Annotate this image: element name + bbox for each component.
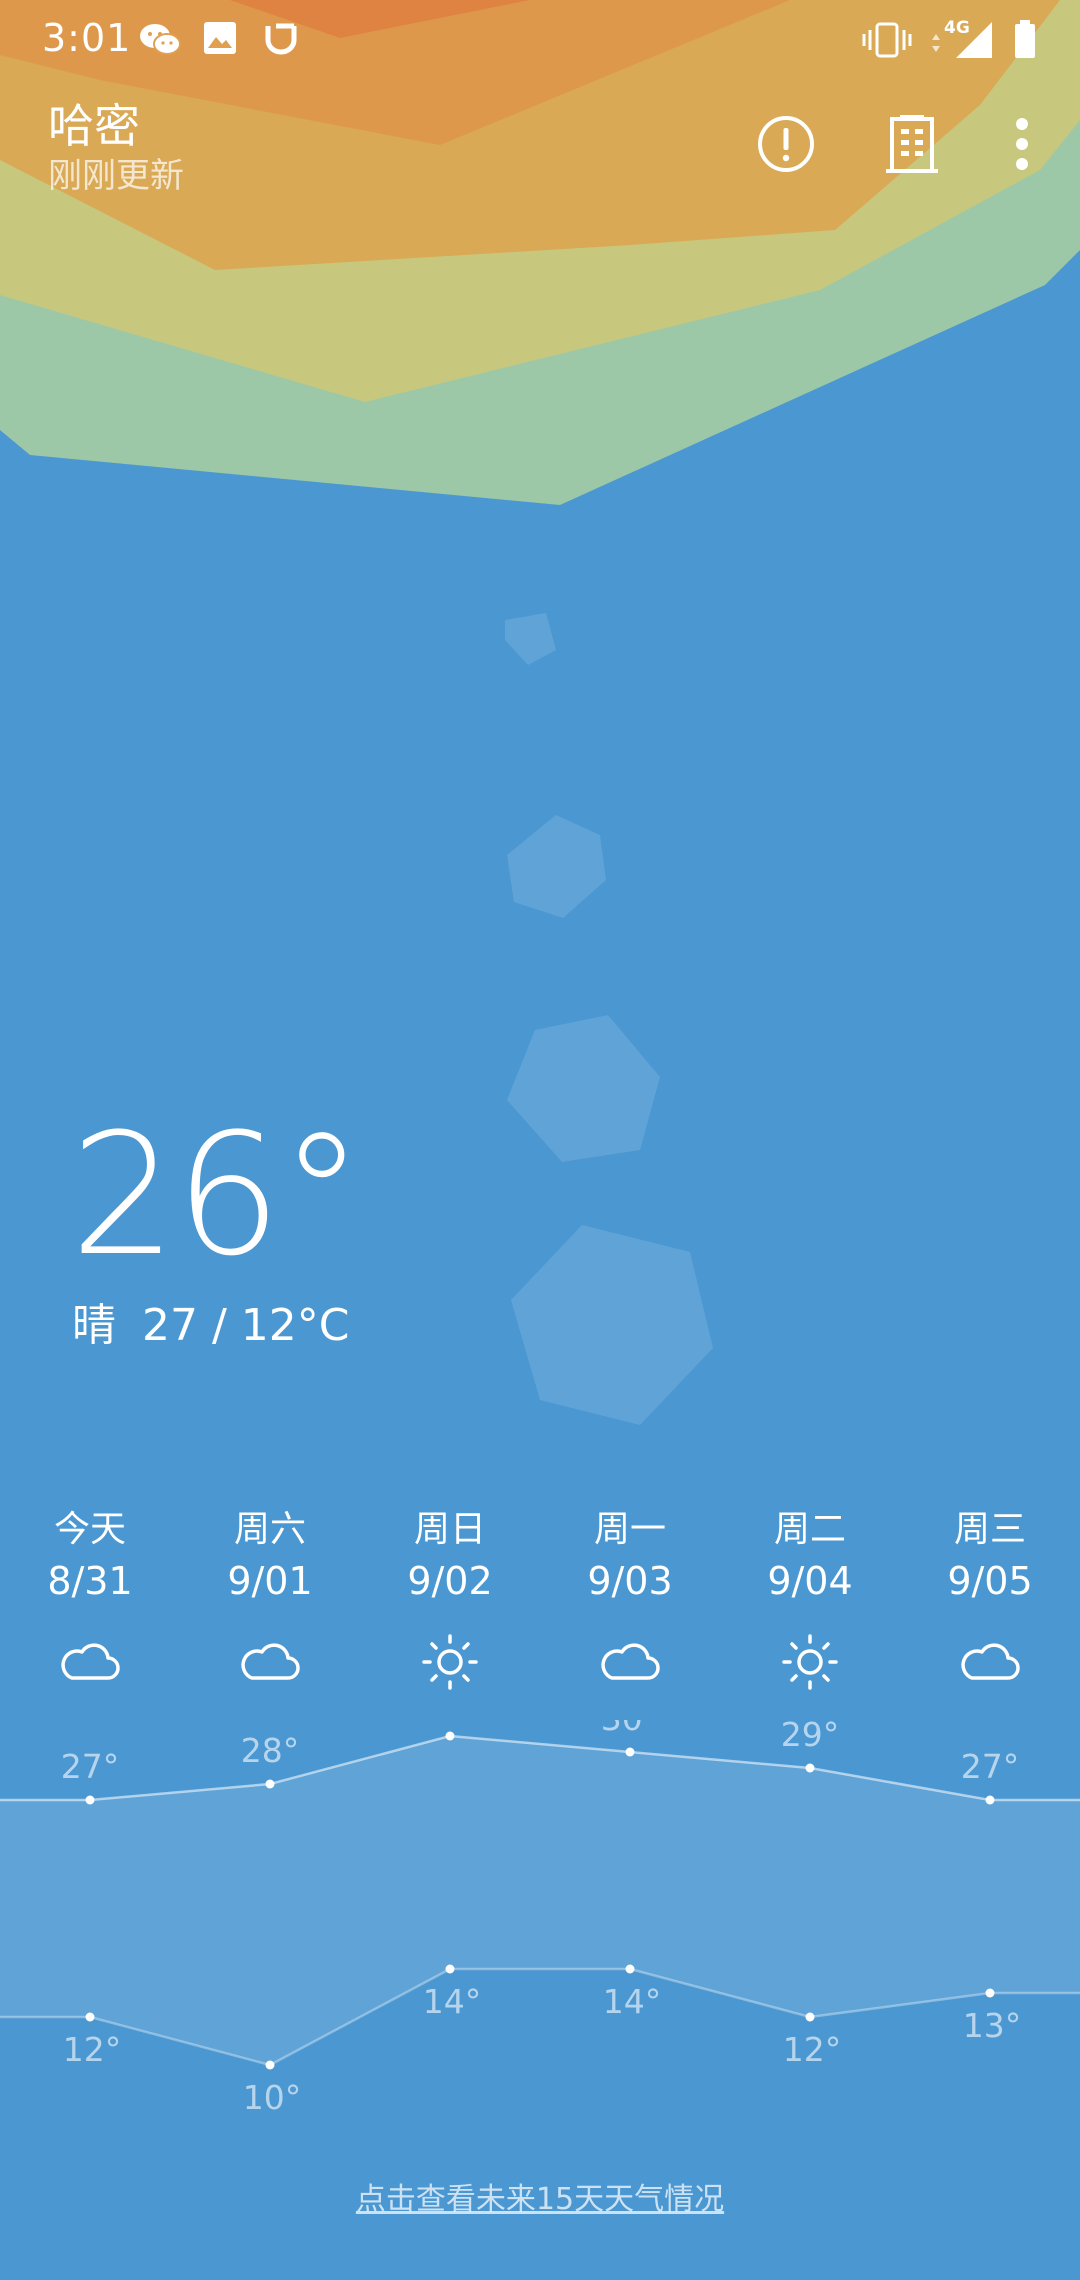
- forecast-date: 9/03: [587, 1559, 673, 1603]
- condition-summary: 晴 27 / 12°C: [72, 1300, 350, 1352]
- high-temperature-label: 30°: [601, 1720, 660, 1738]
- cloud-icon: [958, 1630, 1022, 1694]
- didi-icon: [262, 20, 302, 60]
- forecast-weekday: 周日: [413, 1509, 486, 1550]
- condition-text: 晴: [72, 1300, 116, 1351]
- low-temperature-label: 12°: [63, 2030, 122, 2069]
- forecast-weekday: 周六: [233, 1509, 306, 1550]
- temperature-range: 27 / 12°C: [142, 1300, 350, 1351]
- high-temperature-point: [625, 1747, 635, 1757]
- vibrate-icon: [862, 20, 912, 60]
- forecast-weekday: 周二: [773, 1509, 846, 1550]
- high-temperature-label: 27°: [61, 1747, 120, 1786]
- forecast-weekday: 今天: [53, 1509, 126, 1550]
- low-temperature-label: 14°: [423, 1982, 482, 2021]
- forecast-date: 9/04: [767, 1559, 853, 1603]
- forecast-day[interactable]: 今天 8/31: [0, 1508, 180, 1694]
- high-temperature-label: 27°: [961, 1747, 1020, 1786]
- forecast-day[interactable]: 周三 9/05: [900, 1508, 1080, 1694]
- signal-icon: 4G: [926, 18, 994, 60]
- high-temperature-point: [985, 1795, 995, 1805]
- high-temperature-label: 29°: [781, 1720, 840, 1754]
- high-temperature-point: [445, 1731, 455, 1741]
- high-temperature-point: [805, 1763, 815, 1773]
- forecast-day[interactable]: 周六 9/01: [180, 1508, 360, 1694]
- cloud-icon: [58, 1630, 122, 1694]
- forecast-weekday: 周三: [953, 1509, 1026, 1550]
- forecast-date: 9/05: [947, 1559, 1033, 1603]
- forecast-day[interactable]: 周日 9/02: [360, 1508, 540, 1694]
- temperature-chart: 27° 28° 31° 30° 29° 27° 12° 10° 14° 14° 12° 13°: [0, 1720, 1080, 2117]
- battery-icon: [1012, 20, 1040, 60]
- current-temperature: 26°: [70, 1097, 364, 1293]
- low-temperature-point: [85, 2012, 95, 2022]
- update-status: 刚刚更新: [48, 156, 184, 196]
- forecast-date: 9/01: [227, 1559, 313, 1603]
- more-options-button[interactable]: [986, 110, 1058, 182]
- sun-icon: [418, 1630, 482, 1694]
- low-temperature-label: 13°: [963, 2006, 1022, 2045]
- cloud-icon: [238, 1630, 302, 1694]
- wechat-icon: [138, 20, 181, 60]
- daily-forecast[interactable]: 今天 8/31 周六 9/01 周日 9/02 周一 9/03 周二 9/04 …: [0, 1508, 1080, 1708]
- high-temperature-label: 28°: [241, 1731, 300, 1770]
- temperature-band: [0, 1736, 1080, 2065]
- city-name[interactable]: 哈密: [48, 98, 140, 154]
- more-vertical-icon: [1014, 118, 1030, 174]
- high-temperature-label: 31°: [421, 1720, 480, 1722]
- high-temperature-point: [85, 1795, 95, 1805]
- cloud-icon: [598, 1630, 662, 1694]
- forecast-weekday: 周一: [593, 1509, 666, 1550]
- low-temperature-label: 10°: [243, 2078, 302, 2117]
- forecast-date: 8/31: [47, 1559, 133, 1603]
- alert-circle-icon: [756, 114, 816, 178]
- building-icon: [886, 113, 938, 179]
- low-temperature-label: 14°: [603, 1982, 662, 2021]
- forecast-day[interactable]: 周二 9/04: [720, 1508, 900, 1694]
- low-temperature-point: [985, 1988, 995, 1998]
- low-temperature-point: [445, 1964, 455, 1974]
- high-temperature-point: [265, 1779, 275, 1789]
- forecast-date: 9/02: [407, 1559, 493, 1603]
- forecast-day[interactable]: 周一 9/03: [540, 1508, 720, 1694]
- city-management-button[interactable]: [876, 110, 948, 182]
- status-bar: 3:01 4G: [0, 0, 1080, 80]
- status-time: 3:01: [42, 16, 132, 60]
- low-temperature-point: [625, 1964, 635, 1974]
- low-temperature-label: 12°: [783, 2030, 842, 2069]
- network-type: 4G: [944, 18, 970, 38]
- low-temperature-point: [805, 2012, 815, 2022]
- alert-button[interactable]: [750, 110, 822, 182]
- gallery-icon: [202, 20, 242, 60]
- low-temperature-point: [265, 2060, 275, 2070]
- sun-icon: [778, 1630, 842, 1694]
- fifteen-day-forecast-link[interactable]: 点击查看未来15天天气情况: [0, 2180, 1080, 2220]
